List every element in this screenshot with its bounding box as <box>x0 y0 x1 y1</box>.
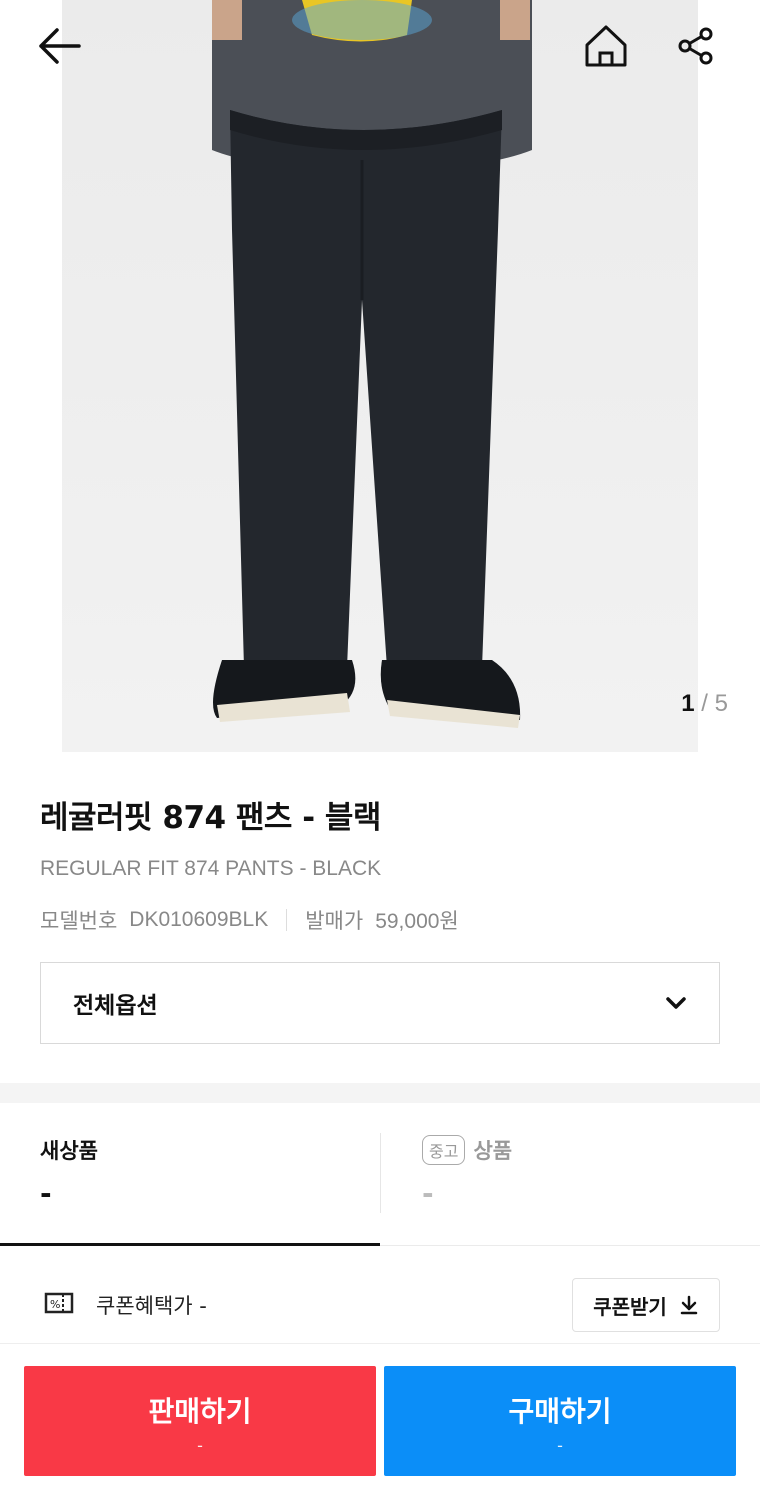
coupon-price-text: 쿠폰혜택가 - <box>96 1294 207 1318</box>
image-counter-total: 5 <box>714 690 728 717</box>
buy-button[interactable]: 구매하기 - <box>384 1366 736 1476</box>
image-counter-separator: / <box>701 690 708 717</box>
image-counter: 1 / 5 <box>681 690 728 718</box>
home-icon <box>585 25 627 67</box>
tab-new-product[interactable]: 새상품 - <box>0 1103 380 1246</box>
home-button[interactable] <box>580 20 632 72</box>
share-icon <box>678 27 713 65</box>
product-info: 레귤러핏 874 팬츠 - 블랙 REGULAR FIT 874 PANTS -… <box>40 792 720 935</box>
share-button[interactable] <box>670 20 722 72</box>
sell-button-label: 판매하기 <box>148 1394 252 1428</box>
coupon-icon: % <box>44 1292 74 1314</box>
tab-used-price: - <box>422 1177 434 1210</box>
product-title-en: REGULAR FIT 874 PANTS - BLACK <box>40 857 382 880</box>
sell-button-price: - <box>197 1435 203 1455</box>
all-options-select[interactable]: 전체옵션 <box>40 962 720 1044</box>
svg-text:%: % <box>50 1298 60 1311</box>
meta-divider <box>286 909 288 931</box>
product-title-ko: 레귤러핏 874 팬츠 - 블랙 <box>40 800 381 836</box>
tab-used-product[interactable]: 중고 상품 - <box>380 1103 760 1246</box>
model-number-value: DK010609BLK <box>129 908 269 931</box>
release-price-label: 발매가 <box>305 909 364 933</box>
bottom-action-bar: 판매하기 - 구매하기 - <box>0 1343 760 1500</box>
back-button[interactable] <box>34 20 86 72</box>
coupon-row: % 쿠폰혜택가 - 쿠폰받기 <box>0 1246 760 1346</box>
download-icon <box>680 1295 698 1315</box>
all-options-label: 전체옵션 <box>73 993 158 1019</box>
model-number-label: 모델번호 <box>40 909 118 933</box>
chevron-down-icon <box>666 997 686 1009</box>
tab-used-title: 상품 <box>473 1139 513 1163</box>
section-divider <box>0 1083 760 1103</box>
release-price-value: 59,000원 <box>375 910 459 933</box>
buy-button-label: 구매하기 <box>508 1394 612 1428</box>
tab-new-price: - <box>40 1177 52 1210</box>
condition-tabs: 새상품 - 중고 상품 - <box>0 1103 760 1246</box>
product-photo-illustration <box>212 0 532 728</box>
tab-used-title-row: 중고 상품 <box>422 1135 512 1165</box>
get-coupon-label: 쿠폰받기 <box>593 1294 667 1319</box>
arrow-left-icon <box>39 28 81 64</box>
product-photo <box>62 0 698 752</box>
used-badge: 중고 <box>422 1135 466 1165</box>
buy-button-price: - <box>557 1435 563 1455</box>
product-meta: 모델번호 DK010609BLK 발매가 59,000원 <box>40 905 720 935</box>
sell-button[interactable]: 판매하기 - <box>24 1366 376 1476</box>
product-image-gallery[interactable]: 1 / 5 <box>0 0 760 752</box>
tab-new-title: 새상품 <box>40 1139 98 1163</box>
get-coupon-button[interactable]: 쿠폰받기 <box>572 1278 720 1332</box>
image-counter-current: 1 <box>681 690 695 717</box>
